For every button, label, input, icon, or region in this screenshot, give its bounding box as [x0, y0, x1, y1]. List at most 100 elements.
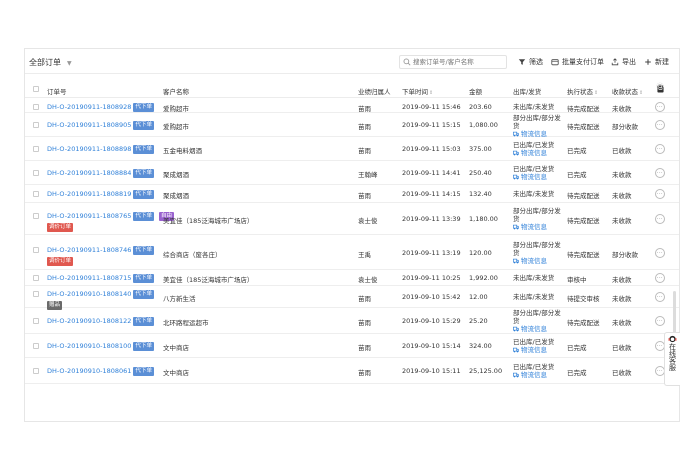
- order-no-link[interactable]: DH-O-20190910-1808061: [47, 367, 131, 375]
- row-checkbox[interactable]: [33, 191, 39, 197]
- row-checkbox[interactable]: [33, 368, 39, 374]
- logistics-label: 物流信息: [521, 346, 547, 354]
- logistics-link[interactable]: 物流信息: [513, 223, 565, 231]
- pay-status-cell: 已收款: [612, 369, 632, 377]
- order-no-link[interactable]: DH-O-20190910-1808100: [47, 342, 131, 350]
- more-actions-icon[interactable]: ···: [655, 144, 665, 154]
- wallet-icon: [551, 59, 559, 66]
- table-row[interactable]: DH-O-20190911-1808715 代下单 美宜佳（185泛海城市广场店） 袁…: [25, 270, 679, 286]
- order-no-cell: DH-O-20190911-1808746 代下单: [47, 245, 154, 255]
- search-icon: [403, 58, 411, 66]
- logistics-link[interactable]: 物流信息: [513, 257, 565, 265]
- table-row[interactable]: DH-O-20190911-1808746 代下单 调价订单 综合商店（废各庄） 王禹 2…: [25, 235, 679, 270]
- owner-cell: 苗雨: [358, 147, 371, 155]
- more-actions-icon[interactable]: ···: [655, 214, 665, 224]
- search-box[interactable]: [399, 55, 507, 69]
- proxy-order-badge: 代下单: [133, 145, 154, 154]
- more-actions-icon[interactable]: ···: [655, 247, 665, 258]
- table-row[interactable]: DH-O-20190911-1808905 代下单 爱购超市 苗雨 2019-09-11…: [25, 113, 679, 138]
- logistics-label: 物流信息: [521, 149, 547, 157]
- order-no-link[interactable]: DH-O-20190911-1808884: [47, 169, 131, 177]
- order-no-link[interactable]: DH-O-20190911-1808905: [47, 121, 131, 129]
- truck-icon: [513, 258, 519, 263]
- order-no-link[interactable]: DH-O-20190911-1808819: [47, 190, 131, 198]
- logistics-link[interactable]: 物流信息: [513, 325, 565, 333]
- customer-cell: 北环路程运超市: [163, 319, 209, 327]
- table-row[interactable]: DH-O-20190911-1808819 代下单 聚成烟酒 苗雨 2019-09-11…: [25, 185, 679, 203]
- row-checkbox[interactable]: [33, 122, 39, 128]
- more-actions-icon[interactable]: ···: [655, 102, 665, 112]
- exec-status-cell: 审核中: [567, 276, 587, 284]
- truck-icon: [513, 174, 519, 180]
- customer-cell: 文中商店: [163, 369, 189, 377]
- batch-pay-button[interactable]: 批量支付订单: [551, 57, 604, 67]
- ship-status-text: 部分出库/部分发货: [513, 114, 561, 130]
- more-actions-icon[interactable]: ···: [655, 189, 665, 199]
- table-row[interactable]: DH-O-20190910-1808061 代下单 文中商店 苗雨 2019-09-10…: [25, 358, 679, 384]
- proxy-order-badge: 代下单: [133, 190, 154, 199]
- col-pay-sort[interactable]: 收款状态⇕: [612, 86, 643, 96]
- sort-icon: ⇕: [429, 90, 434, 96]
- gear-icon[interactable]: [656, 82, 664, 90]
- order-no-link[interactable]: DH-O-20190911-1808715: [47, 274, 131, 282]
- row-checkbox[interactable]: [33, 146, 39, 152]
- order-no-link[interactable]: DH-O-20190911-1808765: [47, 212, 131, 220]
- table-row[interactable]: DH-O-20190910-1808122 代下单 北环路程运超市 苗雨 2019-09…: [25, 308, 679, 334]
- amount-cell: 120.00: [469, 248, 492, 257]
- chevron-down-icon: ▼: [67, 60, 72, 67]
- col-exec-sort[interactable]: 执行状态⇕: [567, 86, 598, 96]
- logistics-link[interactable]: 物流信息: [513, 346, 565, 354]
- select-all-checkbox[interactable]: [33, 86, 39, 92]
- logistics-link[interactable]: 物流信息: [513, 371, 565, 379]
- table-row[interactable]: DH-O-20190910-1808100 代下单 文中商店 苗雨 2019-09-10…: [25, 334, 679, 358]
- order-no-link[interactable]: DH-O-20190910-1808140: [47, 290, 131, 298]
- order-no-cell: DH-O-20190910-1808061 代下单: [47, 367, 154, 376]
- more-actions-icon[interactable]: ···: [655, 120, 665, 130]
- order-no-link[interactable]: DH-O-20190910-1808122: [47, 317, 131, 325]
- order-filter-dropdown[interactable]: 全部订单 ▼: [29, 57, 72, 68]
- pay-status-cell: 未收款: [612, 319, 632, 327]
- more-actions-icon[interactable]: ···: [655, 273, 665, 283]
- customer-cell: 综合商店（废各庄）: [163, 250, 222, 259]
- row-checkbox[interactable]: [33, 275, 39, 281]
- export-button[interactable]: 导出: [611, 57, 636, 67]
- order-no-link[interactable]: DH-O-20190911-1808898: [47, 145, 131, 153]
- logistics-link[interactable]: 物流信息: [513, 149, 565, 157]
- table-row[interactable]: DH-O-20190911-1808928 代下单 爱购超市 苗雨 2019-09-11…: [25, 101, 679, 113]
- row-checkbox[interactable]: [33, 246, 39, 253]
- row-checkbox[interactable]: [33, 213, 39, 219]
- table-row[interactable]: DH-O-20190911-1808765 代下单 自由 调价订单 美宜佳（185泛海城…: [25, 203, 679, 235]
- row-checkbox[interactable]: [33, 291, 39, 297]
- more-actions-icon[interactable]: ···: [655, 292, 665, 302]
- order-no-cell: DH-O-20190911-1808819 代下单: [47, 190, 154, 199]
- row-checkbox[interactable]: [33, 343, 39, 349]
- row-checkbox[interactable]: [33, 104, 39, 110]
- ship-status-cell: 部分出库/部分发货 物流信息: [513, 241, 565, 265]
- col-time: 下单时间: [402, 88, 428, 96]
- table-row[interactable]: DH-O-20190911-1808884 代下单 聚成烟酒 王翰峰 2019-09-1…: [25, 161, 679, 185]
- pay-status-cell: 未收款: [612, 105, 632, 113]
- table-row[interactable]: DH-O-20190911-1808898 代下单 五金电料烟酒 苗雨 2019-09-…: [25, 137, 679, 161]
- new-order-button[interactable]: 新建: [644, 57, 669, 67]
- order-no-cell: DH-O-20190911-1808898 代下单: [47, 145, 154, 154]
- row-checkbox[interactable]: [33, 170, 39, 176]
- filter-button[interactable]: 筛选: [518, 57, 543, 67]
- order-no-link[interactable]: DH-O-20190911-1808746: [47, 246, 131, 254]
- owner-cell: 苗雨: [358, 319, 371, 327]
- price-adjust-badge: 调价订单: [47, 223, 74, 232]
- ship-status-cell: 部分出库/部分发货 物流信息: [513, 114, 565, 138]
- order-no-link[interactable]: DH-O-20190911-1808928: [47, 103, 131, 111]
- online-service-button[interactable]: 在线客服: [664, 332, 680, 386]
- col-time-sort[interactable]: 下单时间⇕: [402, 86, 433, 96]
- pay-status-cell: 未收款: [612, 276, 632, 284]
- logistics-label: 物流信息: [521, 173, 547, 181]
- proxy-order-badge: 代下单: [133, 342, 154, 351]
- more-actions-icon[interactable]: ···: [655, 168, 665, 178]
- ship-status-cell: 已出库/已发货 物流信息: [513, 338, 565, 354]
- table-row[interactable]: DH-O-20190910-1808140 代下单 赠品 八方新生活 苗雨 2019-09…: [25, 286, 679, 310]
- ship-status-text: 部分出库/部分发货: [513, 309, 561, 325]
- search-input[interactable]: [413, 58, 506, 66]
- more-actions-icon[interactable]: ···: [655, 316, 665, 326]
- row-checkbox[interactable]: [33, 318, 39, 324]
- logistics-link[interactable]: 物流信息: [513, 173, 565, 181]
